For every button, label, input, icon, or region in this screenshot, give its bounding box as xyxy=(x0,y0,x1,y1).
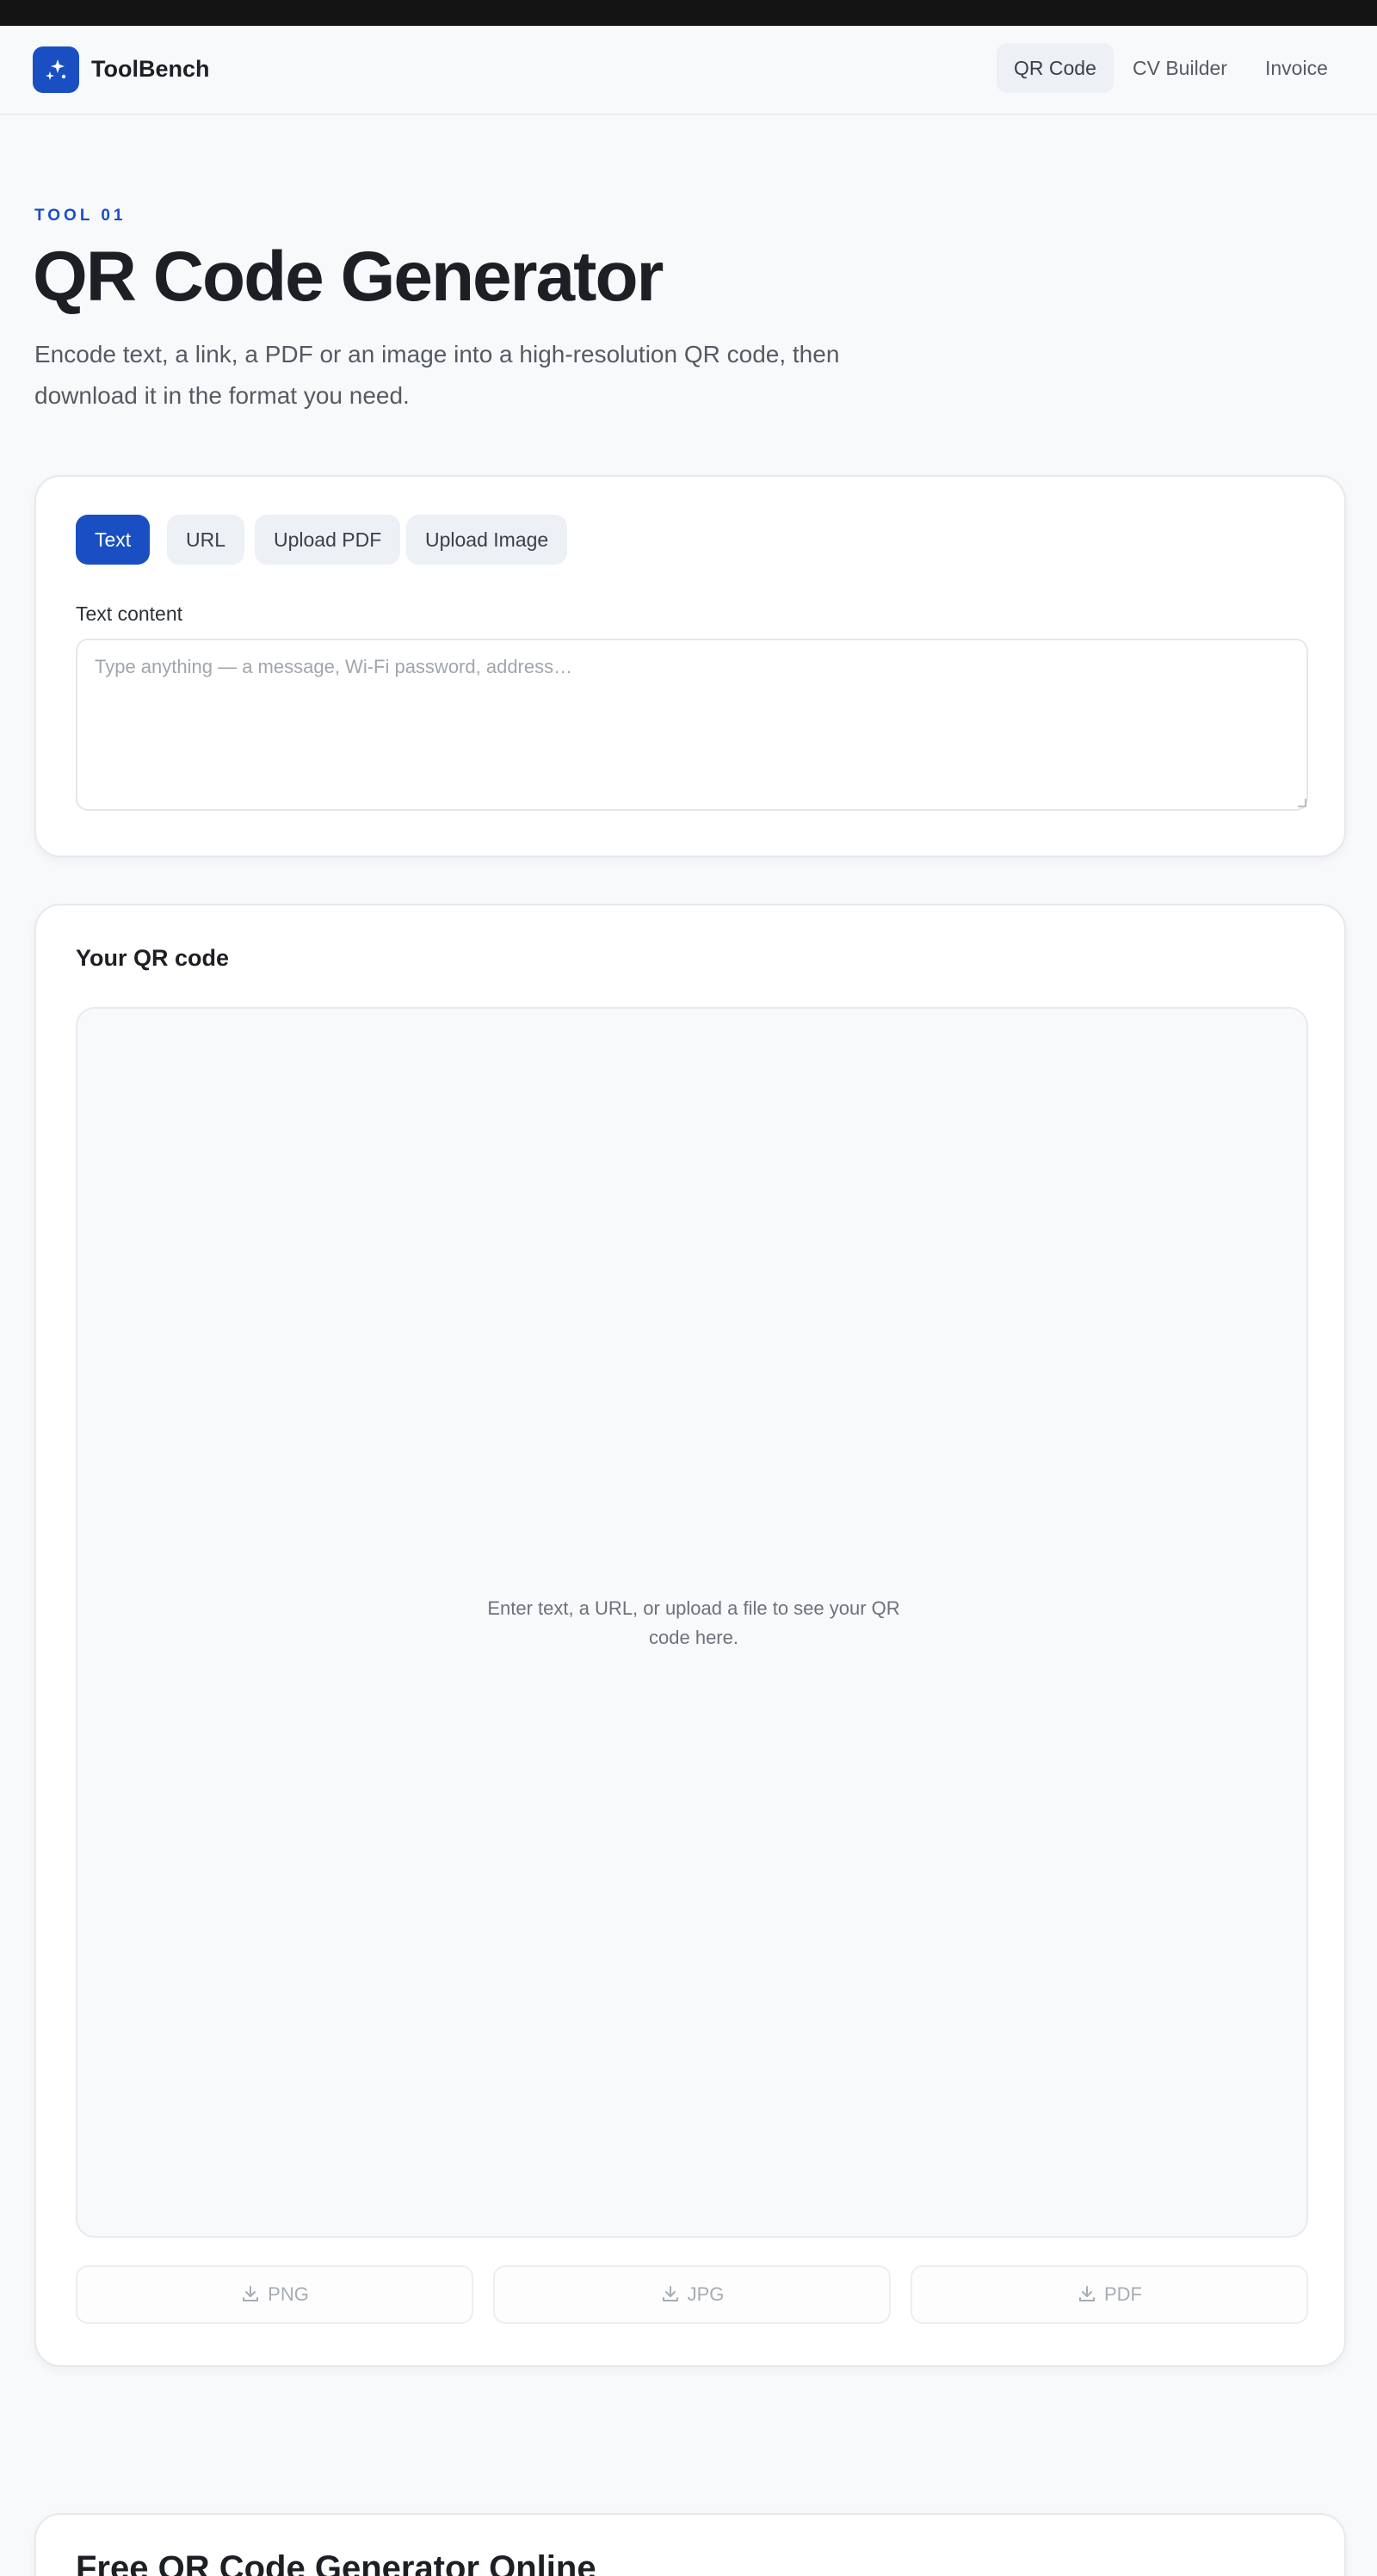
info-card-title: Free QR Code Generator Online xyxy=(76,2549,596,2576)
text-content-label: Text content xyxy=(76,602,183,625)
tab-upload-image[interactable]: Upload Image xyxy=(406,515,568,565)
info-card: Free QR Code Generator Online xyxy=(34,2513,1346,2576)
tab-upload-pdf[interactable]: Upload PDF xyxy=(255,515,401,565)
textarea-resize-handle[interactable] xyxy=(1298,799,1306,807)
download-pdf-button[interactable]: PDF xyxy=(911,2265,1308,2324)
download-jpg-label: JPG xyxy=(687,2283,725,2305)
download-icon xyxy=(243,2286,259,2301)
download-png-label: PNG xyxy=(268,2283,309,2305)
page-title: QR Code Generator xyxy=(33,238,664,316)
window-top-bar xyxy=(0,0,1377,26)
download-png-button[interactable]: PNG xyxy=(76,2265,473,2324)
output-card: Your QR code Enter text, a URL, or uploa… xyxy=(34,904,1346,2367)
nav-link-qr-code[interactable]: QR Code xyxy=(997,43,1114,93)
top-navigation: ToolBench QR Code CV Builder Invoice xyxy=(0,26,1377,115)
text-content-input[interactable] xyxy=(76,639,1308,811)
qr-preview-area: Enter text, a URL, or upload a file to s… xyxy=(76,1007,1308,2238)
brand-logo-icon[interactable] xyxy=(33,46,79,93)
brand-name[interactable]: ToolBench xyxy=(91,52,210,86)
nav-link-cv-builder[interactable]: CV Builder xyxy=(1115,43,1244,93)
page-subtitle: Encode text, a link, a PDF or an image i… xyxy=(34,341,840,409)
tool-eyebrow: TOOL 01 xyxy=(34,207,127,225)
download-pdf-label: PDF xyxy=(1104,2283,1142,2305)
input-card: Text URL Upload PDF Upload Image Text co… xyxy=(34,475,1346,857)
nav-link-invoice[interactable]: Invoice xyxy=(1248,43,1345,93)
tab-url[interactable]: URL xyxy=(167,515,245,565)
download-icon xyxy=(662,2286,678,2301)
output-title: Your QR code xyxy=(76,945,230,971)
download-icon xyxy=(1079,2286,1095,2301)
qr-empty-message: Enter text, a URL, or upload a file to s… xyxy=(487,1597,900,1648)
download-jpg-button[interactable]: JPG xyxy=(493,2265,891,2324)
tab-text[interactable]: Text xyxy=(76,515,151,565)
